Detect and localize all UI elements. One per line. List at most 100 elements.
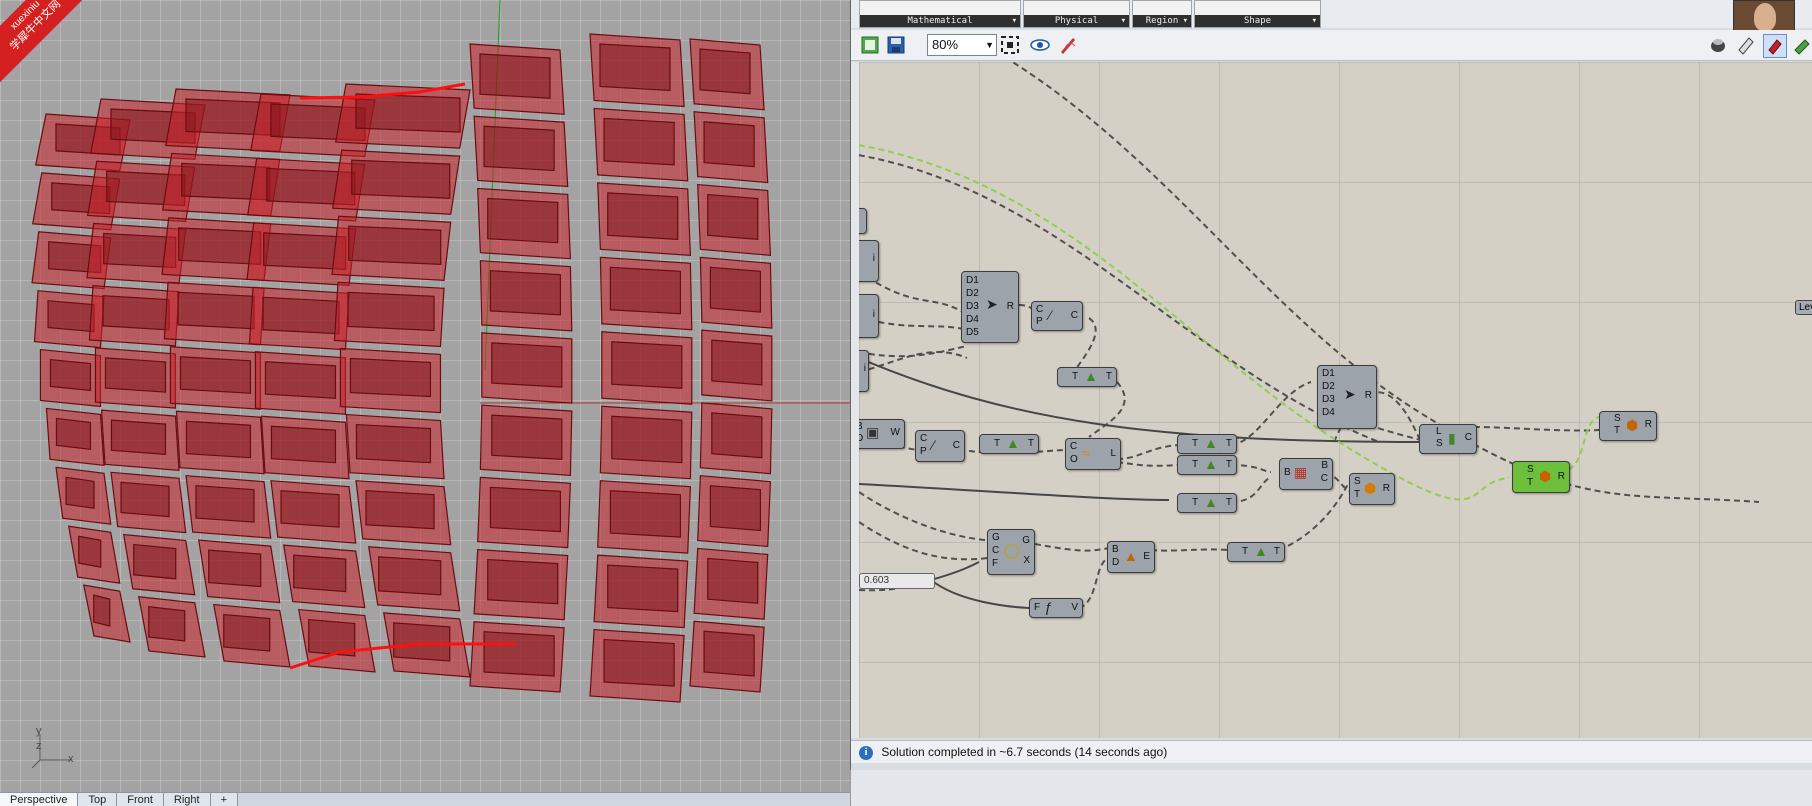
panel-opening xyxy=(208,549,262,588)
panel-opening xyxy=(349,357,432,398)
tree-component-4[interactable]: T ▲ T xyxy=(1177,455,1237,475)
preview-eye-icon[interactable] xyxy=(1029,34,1051,56)
panel-opening xyxy=(177,291,255,330)
ribbon-group-shape[interactable]: Shape xyxy=(1194,0,1321,28)
brep-icon: ⬢ xyxy=(1539,468,1552,484)
zoom-level-select[interactable]: 80% ▼ xyxy=(927,34,997,56)
brep-icon: ⬢ xyxy=(1364,480,1377,496)
ribbon-group-mathematical[interactable]: Mathematical xyxy=(859,0,1021,28)
panel-opening xyxy=(487,197,559,244)
panel-opening xyxy=(55,417,92,451)
panel-opening xyxy=(378,556,442,596)
brep-icon: ⬢ xyxy=(1626,417,1639,433)
line-sdl-component[interactable]: L S ▮ C xyxy=(1419,424,1477,454)
curve-point-component-2[interactable]: C P ∕ C xyxy=(915,430,965,462)
new-file-icon[interactable] xyxy=(859,34,881,56)
curve-closest-point-component[interactable]: C P ∕ C xyxy=(1031,301,1083,331)
zoom-extents-icon[interactable] xyxy=(999,34,1021,56)
panel-opening xyxy=(703,630,755,677)
panel-opening xyxy=(707,557,759,604)
panel-opening xyxy=(110,419,167,455)
tab-top[interactable]: Top xyxy=(78,793,118,806)
stub-component-i3[interactable]: i xyxy=(859,350,869,392)
merge-icon: ➤ xyxy=(1344,386,1356,402)
tab-add-viewport[interactable]: + xyxy=(210,793,239,806)
loft-icon: ≈ xyxy=(1082,445,1090,461)
bbox-icon: ▦ xyxy=(1294,464,1308,480)
merge-icon: ➤ xyxy=(986,296,998,312)
panel-opening xyxy=(607,564,679,613)
tab-perspective[interactable]: Perspective xyxy=(0,793,79,806)
grasshopper-canvas[interactable]: i i i D1 D2 D3 D4 D5 ➤ R C P ∕ C T ▲ T B… xyxy=(859,62,1812,738)
panel-opening xyxy=(270,425,337,464)
sketch-icon[interactable] xyxy=(1057,34,1079,56)
box-deconstruct-component[interactable]: B D ▲ E xyxy=(1107,541,1155,573)
window-bottom-area xyxy=(851,770,1812,806)
panel-opening xyxy=(179,356,252,394)
panel-opening xyxy=(393,622,451,662)
level-tag[interactable]: Level xyxy=(1795,300,1812,315)
solid-trim-component-3[interactable]: S T ⬢ R xyxy=(1599,411,1657,441)
panel-opening xyxy=(711,412,763,459)
axis-z-label: z xyxy=(36,740,42,752)
curve-icon: ∕ xyxy=(932,437,935,453)
user-avatar xyxy=(1733,0,1795,32)
red-surface-model xyxy=(31,0,850,703)
ribbon-group-region[interactable]: Region xyxy=(1132,0,1192,28)
tree-icon: ▲ xyxy=(1204,456,1218,472)
tree-component-6[interactable]: T ▲ T xyxy=(1227,542,1285,562)
panel-opening xyxy=(611,341,683,389)
tab-right[interactable]: Right xyxy=(163,793,211,806)
shaded-icon[interactable] xyxy=(1763,34,1787,58)
panel-opening xyxy=(133,543,177,580)
loft-component[interactable]: C O ≈ L xyxy=(1065,438,1121,470)
save-icon[interactable] xyxy=(885,34,907,56)
rhino-perspective-viewport[interactable]: xuexiniu 学犀牛中文网 y z x Perspective Top Fr… xyxy=(0,0,850,806)
panel-opening xyxy=(611,415,683,464)
panel-opening xyxy=(264,361,337,399)
stub-component[interactable] xyxy=(859,208,867,234)
tree-component-1[interactable]: T ▲ T xyxy=(1057,367,1117,387)
status-message: Solution completed in ~6.7 seconds (14 s… xyxy=(881,745,1168,759)
panel-opening xyxy=(49,358,92,392)
bounding-box-component[interactable]: B ▦ B C xyxy=(1279,458,1333,490)
panel-opening xyxy=(355,93,461,133)
tab-front[interactable]: Front xyxy=(117,793,164,806)
stub-component-i1[interactable]: i xyxy=(859,240,879,282)
geometry-closest-component[interactable]: G C F ◯ G X xyxy=(987,529,1035,575)
grasshopper-window: Mathematical Physical Region Shape 80%▼ xyxy=(850,0,1812,806)
preview-mode-icon[interactable] xyxy=(1707,34,1729,56)
tree-component-2[interactable]: T ▲ T xyxy=(979,434,1039,454)
chevron-down-icon: ▼ xyxy=(985,40,994,50)
panel-opening xyxy=(47,300,95,333)
panel-opening xyxy=(178,227,262,265)
box-component[interactable]: B D ▣ W xyxy=(859,419,905,449)
panel-opening xyxy=(711,339,763,386)
function-component[interactable]: F ƒ V xyxy=(1029,598,1083,618)
solid-trim-component-1[interactable]: S T ⬢ R xyxy=(1349,473,1395,505)
panel-opening xyxy=(355,423,432,464)
panel-opening xyxy=(293,554,347,593)
solid-trim-component-active[interactable]: S T ⬢ R xyxy=(1512,461,1570,493)
stub-component-i2[interactable]: i xyxy=(859,294,879,338)
merge-component-1[interactable]: D1 D2 D3 D4 D5 ➤ R xyxy=(961,271,1019,343)
panel-opening xyxy=(609,266,681,315)
ribbon-group-physical[interactable]: Physical xyxy=(1023,0,1130,28)
panel-opening xyxy=(483,631,555,677)
panel-opening xyxy=(195,485,255,523)
tree-component-3[interactable]: T ▲ T xyxy=(1177,434,1237,454)
axis-y-label: y xyxy=(36,725,42,737)
tree-icon: ▲ xyxy=(1204,435,1218,451)
merge-component-2[interactable]: D1 D2 D3 D4 ➤ R xyxy=(1317,365,1377,429)
panel-opening xyxy=(709,485,761,532)
panel-opening xyxy=(487,558,559,605)
panel-opening xyxy=(491,342,563,388)
wireframe-icon[interactable] xyxy=(1735,34,1757,56)
number-slider[interactable]: 0.603 xyxy=(859,573,935,589)
axis-x-label: x xyxy=(68,753,74,765)
tree-component-5[interactable]: T ▲ T xyxy=(1177,493,1237,513)
panel-opening xyxy=(262,296,340,335)
panel-opening xyxy=(483,125,555,172)
panel-opening xyxy=(707,193,759,240)
bake-icon[interactable] xyxy=(1791,34,1812,56)
